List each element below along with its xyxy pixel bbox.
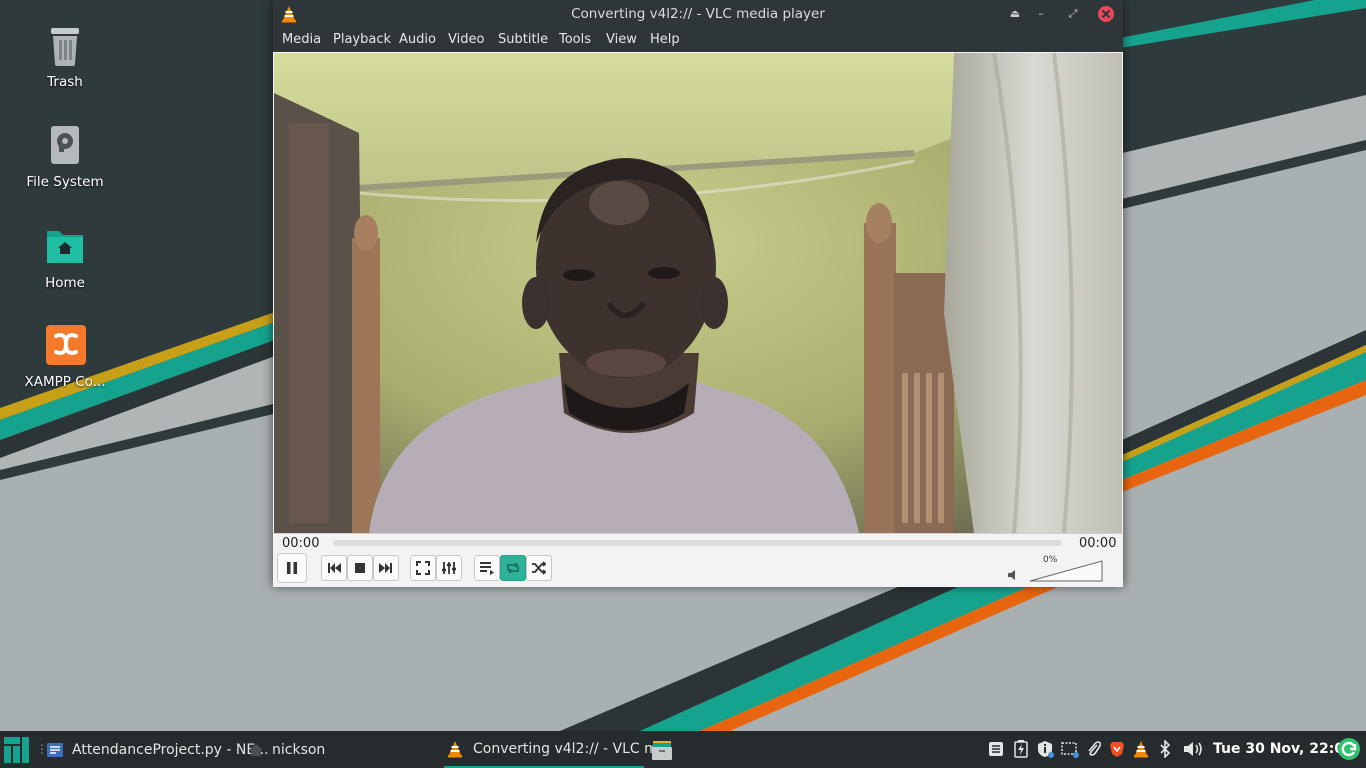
volume-label: 0% <box>1043 555 1058 565</box>
menu-audio[interactable]: Audio <box>399 32 436 47</box>
playlist-button[interactable] <box>474 555 500 581</box>
minimize-button[interactable]: – <box>1033 6 1049 22</box>
playback-controls: 00:00 00:00 0% <box>273 533 1123 587</box>
vlc-tray-icon[interactable] <box>1132 740 1150 758</box>
pause-icon <box>287 562 297 574</box>
speaker-icon[interactable] <box>1007 569 1019 585</box>
playlist-icon <box>480 562 494 575</box>
next-button[interactable] <box>373 555 399 581</box>
xampp-icon <box>45 324 86 368</box>
shuffle-button[interactable] <box>526 555 552 581</box>
time-total: 00:00 <box>1079 536 1117 551</box>
webcam-frame-image <box>274 53 1122 533</box>
desktop-icon-trash[interactable]: Trash <box>10 24 120 90</box>
manjaro-logo-icon <box>4 737 29 763</box>
trash-icon <box>45 24 85 68</box>
previous-icon <box>328 563 341 573</box>
previous-button[interactable] <box>321 555 347 581</box>
menu-playback[interactable]: Playback <box>333 32 391 47</box>
editor-icon <box>46 742 64 758</box>
clock[interactable]: Tue 30 Nov, 22:08 <box>1213 741 1354 757</box>
loop-button[interactable] <box>500 555 526 581</box>
desktop-icon-label: Trash <box>47 74 83 90</box>
fullscreen-icon <box>416 561 430 575</box>
task-label: AttendanceProject.py - NE... <box>72 741 269 758</box>
menu-tools[interactable]: Tools <box>559 32 591 47</box>
drive-icon <box>45 124 85 168</box>
equalizer-icon <box>442 562 456 574</box>
paperclip-icon[interactable] <box>1085 740 1103 758</box>
shuffle-icon <box>532 561 547 575</box>
video-display[interactable] <box>274 53 1122 533</box>
desktop-icon-label: Home <box>45 275 85 291</box>
close-icon <box>1098 6 1114 22</box>
window-title: Converting v4l2:// - VLC media player <box>571 6 825 22</box>
notes-icon[interactable] <box>987 740 1005 758</box>
menu-media[interactable]: Media <box>282 32 321 47</box>
menu-help[interactable]: Help <box>650 32 680 47</box>
seek-slider[interactable] <box>333 540 1062 546</box>
archive-icon <box>650 738 674 762</box>
taskbar: ⋮ AttendanceProject.py - NE... nickson C… <box>0 731 1366 768</box>
menu-view[interactable]: View <box>606 32 637 47</box>
menu-video[interactable]: Video <box>448 32 484 47</box>
info-shield-icon[interactable] <box>1036 740 1054 758</box>
task-vlc[interactable]: Converting v4l2:// - VLC m... <box>444 731 671 768</box>
stop-button[interactable] <box>347 555 373 581</box>
pause-button[interactable] <box>277 553 307 583</box>
task-file-manager[interactable] <box>650 731 674 768</box>
maximize-button[interactable]: ⤢ <box>1065 6 1081 22</box>
vlc-icon <box>446 740 464 758</box>
task-attendance-project[interactable]: AttendanceProject.py - NE... <box>46 731 269 768</box>
menu-bar: Media Playback Audio Video Subtitle Tool… <box>273 28 1123 52</box>
window-titlebar[interactable]: Converting v4l2:// - VLC media player ⏏ … <box>273 0 1123 28</box>
battery-icon[interactable] <box>1012 740 1030 758</box>
loop-icon <box>507 562 519 574</box>
desktop-icon-file-system[interactable]: File System <box>10 124 120 190</box>
volume-icon[interactable] <box>1183 740 1205 758</box>
update-icon[interactable] <box>1337 737 1361 761</box>
extended-settings-button[interactable] <box>436 555 462 581</box>
desktop-icon-xampp[interactable]: XAMPP Co... <box>10 324 120 390</box>
desktop-icon-label: File System <box>26 174 104 190</box>
home-folder-icon <box>45 225 85 269</box>
start-menu-button[interactable] <box>4 737 32 763</box>
screenshot-icon[interactable] <box>1061 740 1079 758</box>
brave-icon[interactable] <box>1108 740 1126 758</box>
task-label: Converting v4l2:// - VLC m... <box>473 740 672 757</box>
eject-icon[interactable]: ⏏ <box>1007 6 1023 22</box>
desktop-icon-label: XAMPP Co... <box>24 374 106 390</box>
home-icon <box>248 742 264 758</box>
bluetooth-icon[interactable] <box>1156 740 1174 758</box>
fullscreen-button[interactable] <box>410 555 436 581</box>
next-icon <box>379 563 392 573</box>
menu-subtitle[interactable]: Subtitle <box>498 32 548 47</box>
volume-slider[interactable]: 0% <box>1029 555 1103 582</box>
stop-icon <box>355 563 365 573</box>
vlc-window: Converting v4l2:// - VLC media player ⏏ … <box>273 0 1123 587</box>
desktop-icon-home[interactable]: Home <box>10 225 120 291</box>
task-label: nickson <box>272 741 326 758</box>
close-button[interactable] <box>1097 5 1115 23</box>
task-nickson[interactable]: nickson <box>248 731 325 768</box>
time-elapsed: 00:00 <box>282 536 320 551</box>
